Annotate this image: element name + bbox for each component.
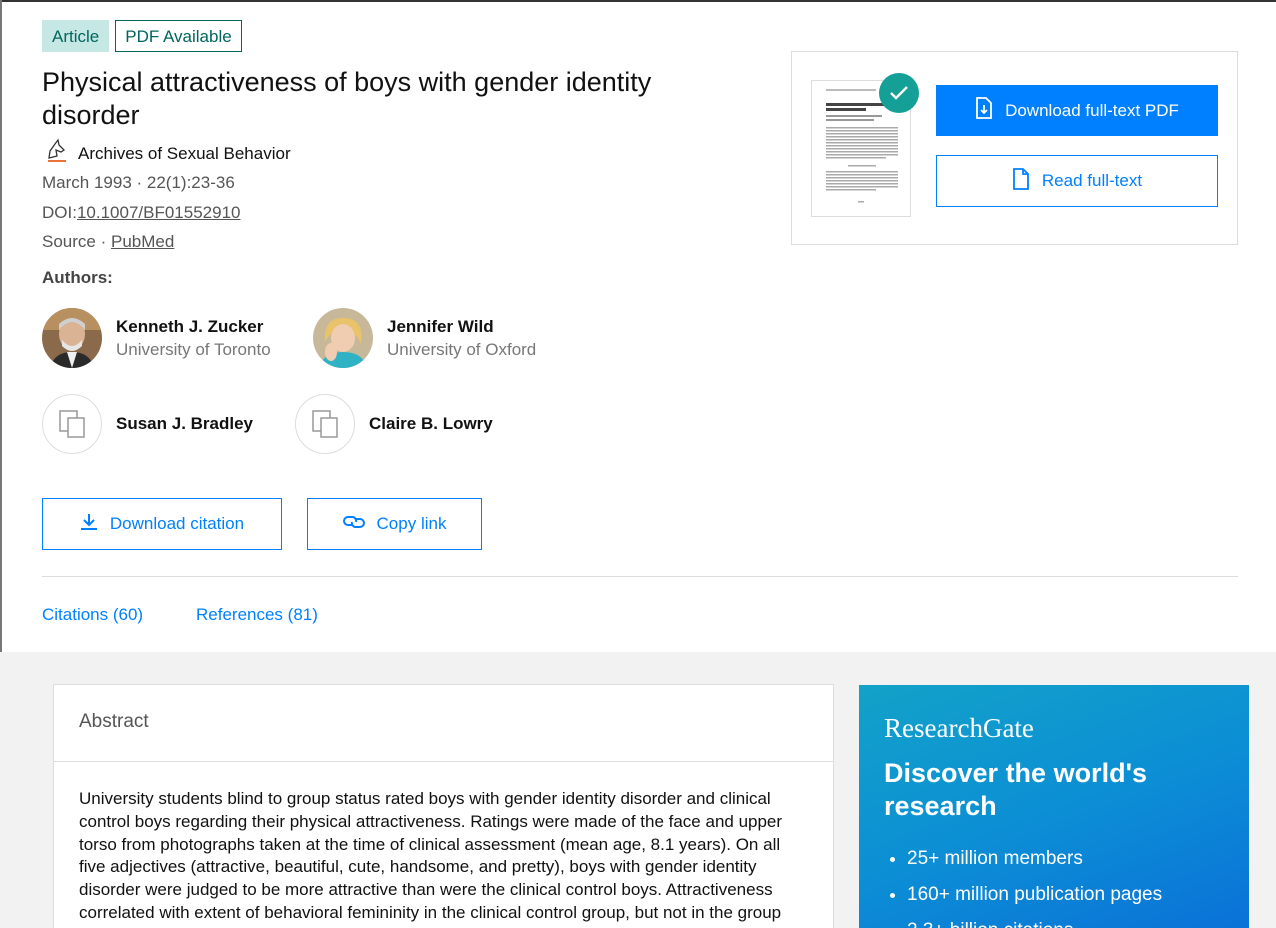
doi-link[interactable]: 10.1007/BF01552910 xyxy=(77,203,241,222)
link-icon xyxy=(342,513,365,536)
researchgate-promo[interactable]: ResearchGate Discover the world's resear… xyxy=(859,685,1249,928)
publication-header: Article PDF Available Physical attractiv… xyxy=(2,2,1276,652)
check-icon xyxy=(879,73,919,113)
source-label: Source · xyxy=(42,232,111,251)
page-title: Physical attractiveness of boys with gen… xyxy=(42,67,652,130)
document-icon xyxy=(1012,167,1030,195)
source: Source · PubMed xyxy=(42,232,174,252)
abstract-text: University students blind to group statu… xyxy=(79,789,783,922)
author-affiliation: University of Toronto xyxy=(116,339,271,359)
promo-list: 25+ million members 160+ million publica… xyxy=(907,841,1162,928)
researchgate-logo: ResearchGate xyxy=(884,713,1034,743)
journal-name: Archives of Sexual Behavior xyxy=(78,143,291,163)
avatar[interactable] xyxy=(42,308,102,368)
publication-date: March 1993 · 22(1):23-36 xyxy=(42,173,235,192)
authors-heading: Authors: xyxy=(42,268,113,287)
author-affiliation: University of Oxford xyxy=(387,339,537,359)
author-name[interactable]: Claire B. Lowry xyxy=(369,414,493,434)
left-border xyxy=(0,0,2,652)
source-link[interactable]: PubMed xyxy=(111,232,174,251)
journal-icon xyxy=(46,138,68,169)
promo-headline: Discover the world's research xyxy=(884,758,1147,821)
pdf-available-badge: PDF Available xyxy=(115,20,242,52)
author-name[interactable]: Jennifer Wild xyxy=(387,317,536,337)
doi: DOI:10.1007/BF01552910 xyxy=(42,203,241,223)
avatar-placeholder-icon[interactable] xyxy=(295,394,355,454)
download-pdf-label: Download full-text PDF xyxy=(1005,100,1179,120)
file-download-icon xyxy=(975,97,993,124)
avatar[interactable] xyxy=(313,308,373,368)
download-citation-button[interactable]: Download citation xyxy=(42,498,282,550)
list-item: 160+ million publication pages xyxy=(907,877,1162,913)
divider xyxy=(42,576,1238,577)
article-badge: Article xyxy=(42,20,110,52)
list-item: 2.3+ billion citations xyxy=(907,913,1162,928)
author-card[interactable]: Claire B. Lowry xyxy=(295,394,493,454)
abstract-card: Abstract University students blind to gr… xyxy=(53,684,834,928)
doi-label: DOI: xyxy=(42,203,77,222)
journal[interactable]: Archives of Sexual Behavior xyxy=(46,138,291,169)
tab-citations[interactable]: Citations (60) xyxy=(42,605,143,625)
download-citation-label: Download citation xyxy=(109,514,245,533)
tab-references[interactable]: References (81) xyxy=(196,605,318,625)
avatar-placeholder-icon[interactable] xyxy=(42,394,102,454)
badge-group: Article PDF Available xyxy=(42,20,242,52)
read-full-text-button[interactable]: Read full-text xyxy=(936,155,1218,207)
copy-link-label: Copy link xyxy=(376,514,447,533)
author-card[interactable]: Susan J. Bradley xyxy=(42,394,253,454)
author-card[interactable]: Jennifer Wild University of Oxford xyxy=(313,308,536,368)
author-name[interactable]: Kenneth J. Zucker xyxy=(116,317,271,337)
full-text-panel: Download full-text PDF Read full-text xyxy=(791,51,1238,245)
download-icon xyxy=(80,512,98,537)
list-item: 25+ million members xyxy=(907,841,1162,877)
author-card[interactable]: Kenneth J. Zucker University of Toronto xyxy=(42,308,271,368)
read-full-text-label: Read full-text xyxy=(1041,171,1143,190)
abstract-heading: Abstract xyxy=(54,685,833,762)
copy-link-button[interactable]: Copy link xyxy=(307,498,482,550)
download-pdf-button[interactable]: Download full-text PDF xyxy=(936,85,1218,136)
author-name[interactable]: Susan J. Bradley xyxy=(116,414,253,434)
